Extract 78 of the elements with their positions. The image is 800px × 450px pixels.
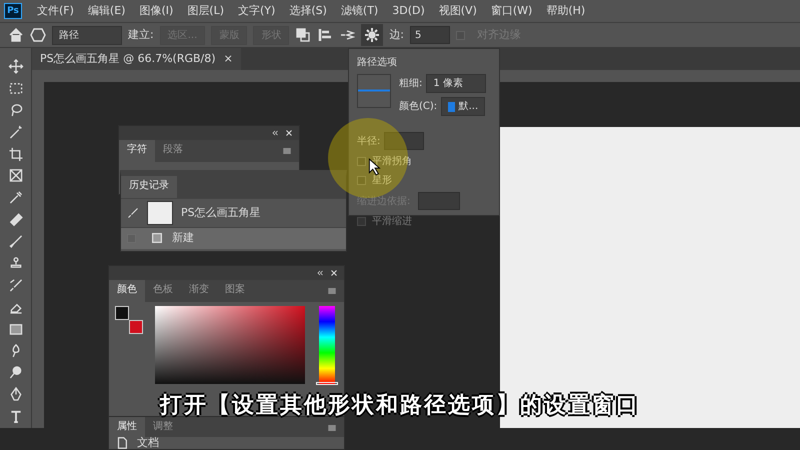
option-label: 星形 — [372, 174, 392, 188]
path-operations-icon[interactable] — [295, 27, 312, 43]
weight-select[interactable]: 1 像素 — [426, 74, 486, 93]
home-icon[interactable] — [8, 27, 24, 43]
gradient-icon[interactable] — [8, 322, 24, 336]
radius-field[interactable] — [384, 132, 424, 150]
close-icon[interactable] — [330, 269, 338, 277]
foreground-swatch[interactable] — [115, 306, 129, 320]
history-item[interactable]: 新建 — [121, 227, 346, 248]
settings-icon[interactable] — [364, 27, 380, 43]
brush-icon — [127, 207, 139, 219]
close-button[interactable]: × — [224, 48, 233, 70]
snapshot-thumbnail — [147, 201, 173, 225]
marquee-icon[interactable] — [8, 80, 24, 96]
document-icon — [115, 436, 129, 450]
panel-tab[interactable]: 图案 — [217, 280, 253, 302]
color-field[interactable] — [155, 306, 305, 384]
eyedropper-icon[interactable] — [8, 190, 24, 206]
menu-item[interactable]: 滤镜(T) — [334, 0, 386, 22]
menu-item[interactable]: 选择(S) — [282, 0, 334, 22]
panel-tab[interactable]: 渐变 — [181, 280, 217, 302]
panel-tab[interactable]: 色板 — [145, 280, 181, 302]
option-label: 平滑缩进 — [372, 214, 412, 229]
panel-menu-icon[interactable] — [281, 145, 293, 157]
frame-icon[interactable] — [8, 168, 24, 184]
brush-icon[interactable] — [8, 234, 24, 249]
hue-slider-thumb[interactable] — [316, 382, 338, 385]
hexagon-icon[interactable] — [30, 27, 46, 43]
menu-item[interactable]: 图像(I) — [132, 0, 180, 22]
build-label: 建立: — [128, 26, 154, 43]
app-logo: Ps — [4, 3, 22, 19]
menu-item[interactable]: 帮助(H) — [539, 0, 592, 22]
popup-title: 路径选项 — [357, 56, 398, 70]
panel-tab[interactable]: 段落 — [155, 140, 191, 162]
checkbox[interactable] — [357, 176, 366, 185]
stroke-preview — [357, 74, 391, 108]
sides-field[interactable]: 5 — [410, 26, 450, 44]
panel-tab[interactable]: 颜色 — [109, 280, 145, 302]
radius-label: 半径: — [357, 134, 380, 148]
history-label: 新建 — [172, 230, 194, 246]
dodge-icon[interactable] — [8, 365, 24, 380]
panel-tab[interactable]: 属性 — [109, 417, 145, 437]
background-swatch[interactable] — [129, 320, 143, 334]
color-select[interactable]: 默... — [441, 97, 486, 116]
menu-item[interactable]: 窗口(W) — [484, 0, 540, 22]
properties-item: 文档 — [137, 437, 159, 449]
history-label: PS怎么画五角星 — [181, 204, 261, 221]
path-alignment-icon[interactable] — [317, 27, 334, 43]
menu-item[interactable]: 编辑(E) — [80, 0, 132, 22]
stamp-icon[interactable] — [8, 256, 24, 271]
panel-tab[interactable]: 历史记录 — [121, 176, 177, 198]
menu-item[interactable]: 视图(V) — [432, 0, 484, 22]
document-title: PS怎么画五角星 @ 66.7%(RGB/8) — [40, 51, 216, 67]
document-tab[interactable]: PS怎么画五角星 @ 66.7%(RGB/8) × — [32, 48, 241, 70]
color-value: 默... — [458, 100, 478, 114]
move-icon[interactable] — [8, 59, 24, 74]
panel-menu-icon[interactable] — [326, 285, 338, 297]
option-label: 平滑拐角 — [372, 154, 412, 169]
magic-wand-icon[interactable] — [8, 124, 24, 140]
weight-label: 粗细: — [399, 77, 422, 91]
mode-select[interactable]: 路径 — [52, 26, 122, 44]
panel-tab[interactable]: 调整 — [145, 417, 181, 437]
panel-menu-icon[interactable] — [326, 422, 338, 434]
history-brush-icon[interactable] — [8, 278, 24, 293]
collapse-icon[interactable] — [271, 129, 279, 137]
crop-icon[interactable] — [8, 146, 24, 162]
collapse-icon[interactable] — [316, 269, 324, 277]
panel-tab[interactable]: 字符 — [119, 140, 155, 162]
menu-item[interactable]: 文件(F) — [30, 0, 81, 22]
pen-icon[interactable] — [8, 387, 24, 402]
color-label: 颜色(C): — [399, 100, 438, 114]
document-icon — [150, 231, 164, 246]
sides-label: 边: — [389, 26, 404, 43]
menu-item[interactable]: 文字(Y) — [231, 0, 282, 22]
menu-item[interactable]: 3D(D) — [385, 0, 432, 22]
menu-item[interactable]: 图层(L) — [180, 0, 232, 22]
checkbox[interactable] — [357, 157, 366, 166]
close-icon[interactable] — [285, 129, 293, 137]
